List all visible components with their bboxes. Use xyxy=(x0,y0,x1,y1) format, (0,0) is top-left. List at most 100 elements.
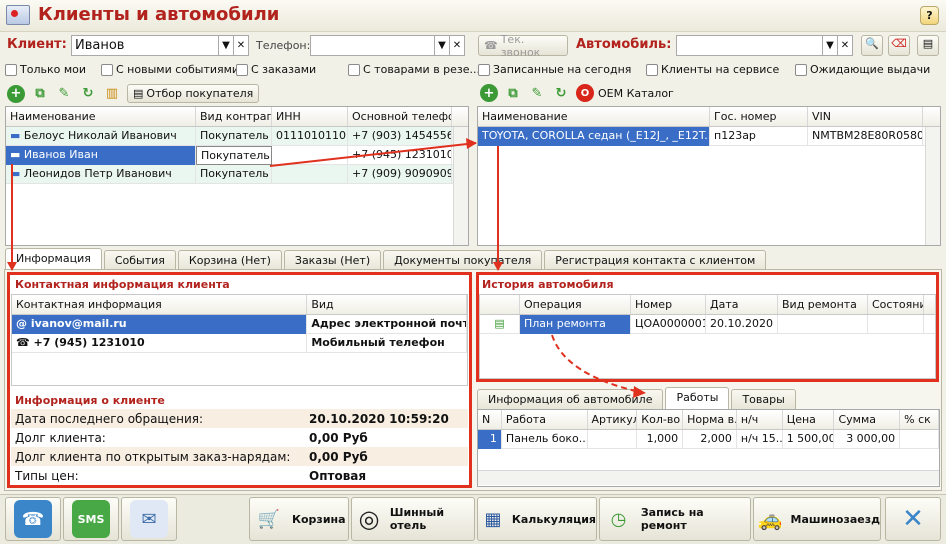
client-clear-icon[interactable]: ✕ xyxy=(233,35,249,56)
table-row[interactable]: ▤ План ремонта ЦОА0000001 20.10.2020 xyxy=(480,314,935,334)
table-row[interactable]: ▬ Белоус Николай Иванович Покупатель 011… xyxy=(6,126,468,146)
tab-orders[interactable]: Заказы (Нет) xyxy=(283,250,382,270)
booked-today-checkbox[interactable]: Записанные на сегодня xyxy=(478,63,631,76)
car-dropdown-icon[interactable]: ▼ xyxy=(822,35,838,56)
col-price[interactable]: Цена xyxy=(783,410,835,429)
car-arrival-button[interactable]: 🚕 Машинозаезд xyxy=(753,497,881,541)
cell: 20.10.2020 xyxy=(706,314,778,334)
table-row[interactable]: ▬ Леонидов Петр Иванович Покупатель +7 (… xyxy=(6,164,468,184)
on-service-label: Клиенты на сервисе xyxy=(661,63,780,76)
add-icon[interactable]: + xyxy=(7,84,25,103)
filter-icon[interactable]: ▥ xyxy=(103,85,121,103)
cell: н/ч 15... xyxy=(737,429,783,449)
buyer-filter-label: Отбор покупателя xyxy=(146,87,254,100)
col-repair-kind[interactable]: Вид ремонта xyxy=(778,295,868,314)
col-date[interactable]: Дата xyxy=(706,295,778,314)
col-plate[interactable]: Гос. номер xyxy=(710,107,808,126)
item-icon: ▬ xyxy=(10,166,21,180)
clients-scrollbar[interactable] xyxy=(453,127,468,245)
col-discount[interactable]: % ск xyxy=(900,410,940,429)
oem-catalog-button[interactable]: O OEM Каталог xyxy=(576,84,674,102)
tab-cart[interactable]: Корзина (Нет) xyxy=(177,250,282,270)
col-phone[interactable]: Основной телефон xyxy=(348,107,452,126)
only-mine-checkbox[interactable]: Только мои xyxy=(5,63,86,76)
only-mine-label: Только мои xyxy=(20,63,87,76)
help-button[interactable]: ? xyxy=(920,6,939,25)
car-catalog-icon[interactable]: ▤ xyxy=(917,35,939,56)
edit-icon[interactable]: ✎ xyxy=(55,85,73,103)
table-row[interactable]: ▬ Иванов Иван Покупатель +7 (945) 123101… xyxy=(6,145,468,165)
col-operation[interactable]: Операция xyxy=(520,295,631,314)
col-kind[interactable]: Вид xyxy=(307,295,467,314)
col-kind[interactable]: Вид контраге... xyxy=(196,107,272,126)
awaiting-delivery-label: Ожидающие выдачи xyxy=(810,63,931,76)
col-n[interactable]: N xyxy=(478,410,502,429)
info-value: 0,00 Руб xyxy=(309,430,368,445)
tab-contact-registration[interactable]: Регистрация контакта с клиентом xyxy=(544,250,767,270)
car-search-icon[interactable]: 🔍 xyxy=(861,35,883,56)
tab-events[interactable]: События xyxy=(103,250,176,270)
email-icon: @ xyxy=(16,316,27,330)
phone-clear-icon[interactable]: ✕ xyxy=(449,35,465,56)
col-work[interactable]: Работа xyxy=(502,410,588,429)
car-clear-icon[interactable]: ✕ xyxy=(837,35,853,56)
cars-scrollbar[interactable] xyxy=(925,127,940,245)
table-row[interactable]: @ ivanov@mail.ru Адрес электронной почт.… xyxy=(12,314,467,334)
close-button[interactable]: ✕ xyxy=(885,497,941,541)
add-car-icon[interactable]: + xyxy=(480,84,498,102)
copy-icon[interactable]: ⧉ xyxy=(31,85,49,103)
cart-button[interactable]: 🛒 Корзина xyxy=(249,497,349,541)
cell: +7 (945) 1231010 xyxy=(33,335,145,349)
col-name[interactable]: Наименование xyxy=(6,107,196,126)
table-row[interactable]: ☎ +7 (945) 1231010 Мобильный телефон xyxy=(12,333,467,353)
car-reset-icon[interactable]: ⌫ xyxy=(888,35,910,56)
sms-button[interactable]: SMS xyxy=(63,497,119,541)
col-car-name[interactable]: Наименование xyxy=(478,107,710,126)
awaiting-delivery-checkbox[interactable]: Ожидающие выдачи xyxy=(795,63,930,76)
tab-documents[interactable]: Документы покупателя xyxy=(383,250,543,270)
col-nh[interactable]: н/ч xyxy=(737,410,783,429)
client-input[interactable]: Иванов xyxy=(71,35,219,56)
phone-input[interactable] xyxy=(310,35,435,56)
with-reserved-checkbox[interactable]: С товарами в резе... xyxy=(348,63,480,76)
with-orders-checkbox[interactable]: С заказами xyxy=(236,63,316,76)
buyer-filter-button[interactable]: ▤ Отбор покупателя xyxy=(127,84,260,103)
calculation-button[interactable]: ▦ Калькуляция xyxy=(477,497,597,541)
tire-hotel-button[interactable]: ◎ Шинный отель xyxy=(351,497,475,541)
phone-dropdown-icon[interactable]: ▼ xyxy=(434,35,450,56)
cell xyxy=(900,429,940,449)
phone-icon: ☎ xyxy=(16,335,30,349)
on-service-checkbox[interactable]: Клиенты на сервисе xyxy=(646,63,779,76)
refresh-icon[interactable]: ↻ xyxy=(79,85,97,103)
repair-booking-button[interactable]: ◷ Запись на ремонт xyxy=(599,497,751,541)
col-contact[interactable]: Контактная информация xyxy=(12,295,308,314)
car-input[interactable] xyxy=(676,35,824,56)
document-icon: ▤ xyxy=(480,314,520,334)
email-button[interactable]: ✉ xyxy=(121,497,177,541)
col-norm[interactable]: Норма в... xyxy=(683,410,737,429)
current-call-button[interactable]: ☎ Тек. звонок xyxy=(478,33,568,59)
tab-works[interactable]: Работы xyxy=(665,387,730,409)
col-state[interactable]: Состояние xyxy=(868,295,924,314)
call-client-button[interactable]: ☎ xyxy=(5,497,61,541)
works-hscrollbar[interactable] xyxy=(478,470,939,485)
tab-goods[interactable]: Товары xyxy=(731,389,796,409)
edit-car-icon[interactable]: ✎ xyxy=(528,84,546,102)
copy-car-icon[interactable]: ⧉ xyxy=(504,84,522,102)
col-inn[interactable]: ИНН xyxy=(272,107,348,126)
tab-info[interactable]: Информация xyxy=(5,248,102,270)
col-sum[interactable]: Сумма xyxy=(834,410,901,429)
taxi-icon: 🚕 xyxy=(757,507,783,531)
tab-car-info[interactable]: Информация об автомобиле xyxy=(477,389,664,409)
col-article[interactable]: Артикул xyxy=(588,410,638,429)
new-events-checkbox[interactable]: С новыми событиями xyxy=(101,63,239,76)
col-number[interactable]: Номер xyxy=(631,295,706,314)
info-label: Долг клиента по открытым заказ-нарядам: xyxy=(15,449,291,464)
info-label: Долг клиента: xyxy=(15,430,106,445)
refresh-car-icon[interactable]: ↻ xyxy=(552,84,570,102)
table-row[interactable]: TOYOTA, COROLLA седан (_E12J_, _E12T... … xyxy=(478,126,940,146)
col-vin[interactable]: VIN xyxy=(808,107,923,126)
client-dropdown-icon[interactable]: ▼ xyxy=(218,35,234,56)
table-row[interactable]: 1 Панель боко... 1,000 2,000 н/ч 15... 1… xyxy=(478,429,940,449)
col-qty[interactable]: Кол-во xyxy=(637,410,684,429)
